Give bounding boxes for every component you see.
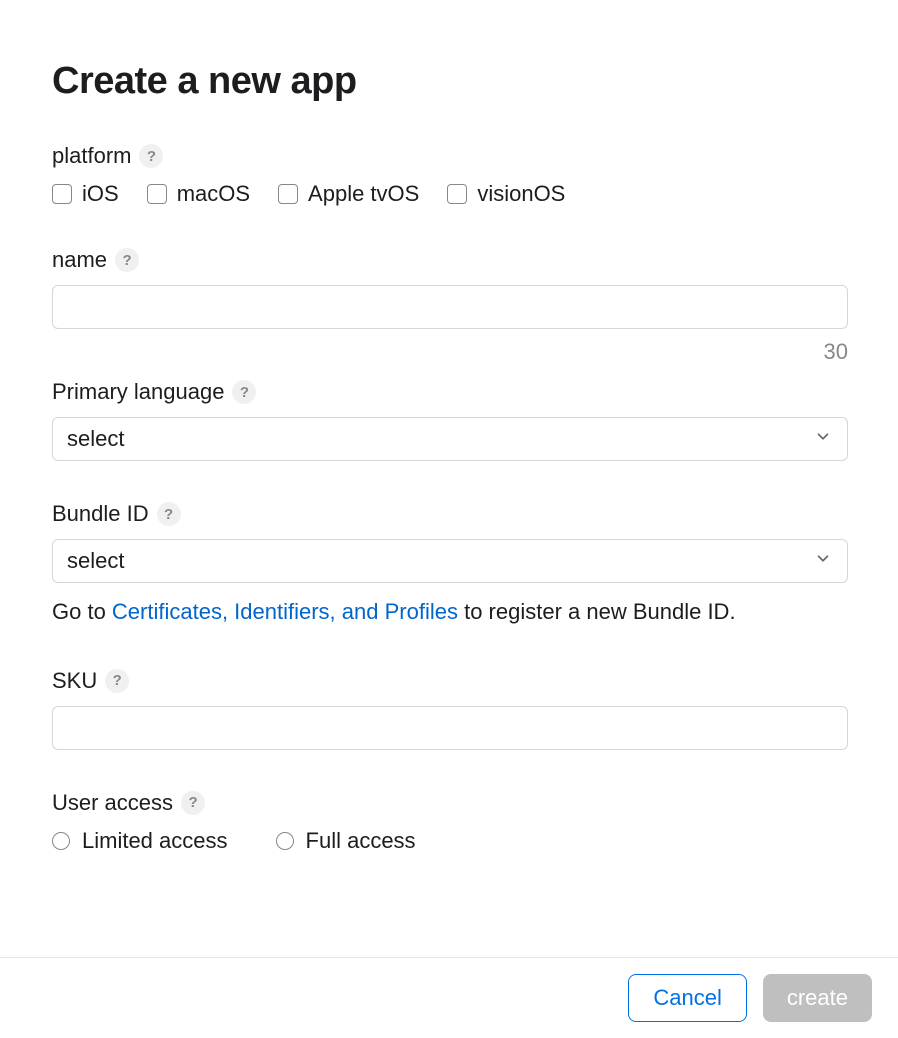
primary-language-field: Primary language ? select bbox=[52, 379, 848, 461]
page-title: Create a new app bbox=[52, 60, 848, 103]
name-counter: 30 bbox=[52, 339, 848, 365]
platform-option-label: Apple tvOS bbox=[308, 181, 419, 207]
platform-option-tvos[interactable]: Apple tvOS bbox=[278, 181, 419, 207]
bundle-id-select[interactable]: select bbox=[52, 539, 848, 583]
user-access-option-label: Full access bbox=[306, 828, 416, 854]
platform-option-ios[interactable]: iOS bbox=[52, 181, 119, 207]
bundle-id-hint: Go to Certificates, Identifiers, and Pro… bbox=[52, 597, 848, 628]
checkbox-icon[interactable] bbox=[147, 184, 167, 204]
primary-language-select[interactable]: select bbox=[52, 417, 848, 461]
user-access-label: User access bbox=[52, 790, 173, 816]
platform-option-label: visionOS bbox=[477, 181, 565, 207]
help-icon[interactable]: ? bbox=[105, 669, 129, 693]
platform-label: platform bbox=[52, 143, 131, 169]
help-icon[interactable]: ? bbox=[115, 248, 139, 272]
help-icon[interactable]: ? bbox=[157, 502, 181, 526]
bundle-id-field: Bundle ID ? select Go to Certificates, I… bbox=[52, 501, 848, 628]
name-input[interactable] bbox=[52, 285, 848, 329]
platform-option-visionos[interactable]: visionOS bbox=[447, 181, 565, 207]
name-field: name ? 30 bbox=[52, 247, 848, 365]
platform-option-macos[interactable]: macOS bbox=[147, 181, 250, 207]
checkbox-icon[interactable] bbox=[52, 184, 72, 204]
platform-option-label: macOS bbox=[177, 181, 250, 207]
checkbox-icon[interactable] bbox=[278, 184, 298, 204]
help-icon[interactable]: ? bbox=[139, 144, 163, 168]
user-access-field: User access ? Limited access Full access bbox=[52, 790, 848, 854]
create-button[interactable]: create bbox=[763, 974, 872, 1022]
bundle-id-label: Bundle ID bbox=[52, 501, 149, 527]
help-icon[interactable]: ? bbox=[232, 380, 256, 404]
platform-field: platform ? iOS macOS Apple tvOS visionOS bbox=[52, 143, 848, 207]
cancel-button[interactable]: Cancel bbox=[628, 974, 746, 1022]
sku-field: SKU ? bbox=[52, 668, 848, 750]
platform-option-label: iOS bbox=[82, 181, 119, 207]
certificates-link[interactable]: Certificates, Identifiers, and Profiles bbox=[112, 599, 458, 624]
radio-icon[interactable] bbox=[276, 832, 294, 850]
radio-icon[interactable] bbox=[52, 832, 70, 850]
name-label: name bbox=[52, 247, 107, 273]
checkbox-icon[interactable] bbox=[447, 184, 467, 204]
primary-language-label: Primary language bbox=[52, 379, 224, 405]
dialog-footer: Cancel create bbox=[0, 957, 898, 1038]
user-access-option-limited[interactable]: Limited access bbox=[52, 828, 228, 854]
sku-input[interactable] bbox=[52, 706, 848, 750]
user-access-option-full[interactable]: Full access bbox=[276, 828, 416, 854]
user-access-option-label: Limited access bbox=[82, 828, 228, 854]
help-icon[interactable]: ? bbox=[181, 791, 205, 815]
sku-label: SKU bbox=[52, 668, 97, 694]
hint-suffix: to register a new Bundle ID. bbox=[458, 599, 736, 624]
hint-prefix: Go to bbox=[52, 599, 112, 624]
